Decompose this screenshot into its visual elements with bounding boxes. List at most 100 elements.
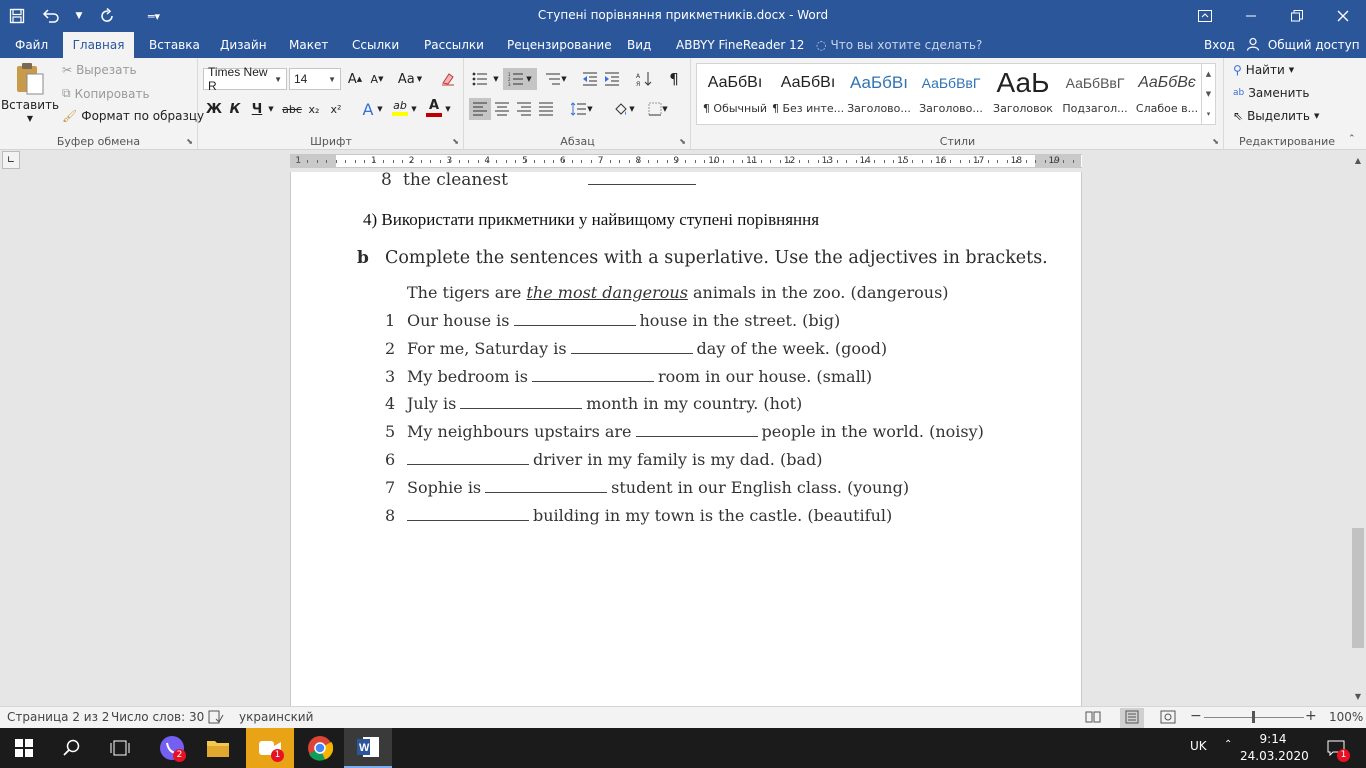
vertical-scrollbar[interactable]: ▲ ▼: [1350, 150, 1366, 706]
minimize-icon[interactable]: [1228, 0, 1274, 32]
superscript-button[interactable]: x²: [325, 98, 347, 120]
save-icon[interactable]: [0, 0, 34, 32]
keyboard-language[interactable]: UK: [1190, 739, 1207, 753]
restore-icon[interactable]: [1274, 0, 1320, 32]
dialog-launcher-icon[interactable]: ⬊: [1212, 137, 1219, 146]
format-painter-button[interactable]: 🖌 Формат по образцу: [62, 109, 204, 123]
task-view-icon[interactable]: [96, 728, 144, 768]
dialog-launcher-icon[interactable]: ⬊: [452, 137, 459, 146]
start-icon[interactable]: [0, 728, 48, 768]
tab-selector-icon[interactable]: ∟: [2, 151, 20, 169]
shading-icon[interactable]: ▼: [609, 98, 639, 120]
close-icon[interactable]: [1320, 0, 1366, 32]
video-icon[interactable]: 1: [246, 728, 294, 768]
tab-mailings[interactable]: Рассылки: [416, 32, 492, 58]
viber-icon[interactable]: 2: [148, 728, 196, 768]
style-subtle-emphasis[interactable]: АаБбВє Слабое в...: [1131, 64, 1203, 124]
style-title[interactable]: АаЬ Заголовок: [987, 64, 1059, 124]
scroll-up-icon[interactable]: ▲: [1202, 64, 1215, 84]
justify-icon[interactable]: [535, 98, 557, 120]
customize-qat-icon[interactable]: ═▾: [124, 0, 184, 32]
clock[interactable]: 9:14 24.03.2020: [1240, 731, 1309, 765]
tab-view[interactable]: Вид: [619, 32, 659, 58]
search-icon[interactable]: [48, 728, 96, 768]
file-explorer-icon[interactable]: [194, 728, 242, 768]
shrink-font-icon[interactable]: A ▼: [366, 68, 388, 90]
undo-icon[interactable]: [34, 0, 68, 32]
tell-me-search[interactable]: ◌ Что вы хотите сделать?: [816, 32, 982, 58]
align-center-icon[interactable]: [491, 98, 513, 120]
font-name-combo[interactable]: Times New R ▼: [203, 65, 287, 93]
dialog-launcher-icon[interactable]: ⬊: [186, 137, 193, 146]
replace-button[interactable]: ab Заменить: [1233, 86, 1309, 100]
ribbon-display-icon[interactable]: [1182, 0, 1228, 32]
more-styles-icon[interactable]: ▾: [1202, 104, 1215, 124]
paste-button[interactable]: Вставить ▼: [1, 62, 59, 128]
decrease-indent-icon[interactable]: [579, 68, 601, 90]
scroll-down-icon[interactable]: ▼: [1350, 688, 1366, 704]
style-normal[interactable]: АаБбВı ¶ Обычный: [699, 64, 771, 124]
page-count[interactable]: Страница 2 из 2: [7, 710, 109, 724]
tab-file[interactable]: Файл: [7, 32, 56, 58]
bullets-icon[interactable]: [469, 68, 491, 90]
tab-home[interactable]: Главная: [63, 32, 134, 58]
document-page[interactable]: 8 the cleanest 4) Використати прикметники…: [290, 172, 1082, 706]
borders-icon[interactable]: ▼: [643, 98, 673, 120]
italic-button[interactable]: К: [224, 98, 246, 120]
undo-dropdown-icon[interactable]: ▼: [68, 0, 90, 32]
font-color-dropdown-icon[interactable]: ▼: [443, 98, 453, 120]
zoom-out-button[interactable]: −: [1190, 708, 1202, 724]
language-indicator[interactable]: украинский: [239, 710, 313, 724]
collapse-ribbon-icon[interactable]: ⌃: [1348, 134, 1356, 144]
clear-formatting-icon[interactable]: [437, 68, 459, 90]
sort-icon[interactable]: AЯ: [633, 68, 655, 90]
chrome-icon[interactable]: [296, 728, 344, 768]
zoom-level[interactable]: 100%: [1329, 710, 1363, 724]
underline-dropdown-icon[interactable]: ▼: [265, 98, 277, 120]
style-subtitle[interactable]: АаБбВвГ Подзагол...: [1059, 64, 1131, 124]
copy-button[interactable]: ⧉ Копировать: [62, 86, 150, 101]
tab-design[interactable]: Дизайн: [212, 32, 275, 58]
share-button[interactable]: Общий доступ: [1246, 32, 1360, 58]
multilevel-list-icon[interactable]: ▼: [541, 68, 571, 90]
align-right-icon[interactable]: [513, 98, 535, 120]
tab-insert[interactable]: Вставка: [141, 32, 208, 58]
word-count[interactable]: Число слов: 30: [111, 710, 204, 724]
highlight-dropdown-icon[interactable]: ▼: [409, 98, 419, 120]
scroll-thumb[interactable]: [1352, 528, 1364, 648]
tab-abbyy[interactable]: ABBYY FineReader 12: [668, 32, 812, 58]
grow-font-icon[interactable]: A ▲: [344, 68, 366, 90]
line-spacing-icon[interactable]: ▼: [567, 98, 597, 120]
strikethrough-button[interactable]: abc: [281, 98, 303, 120]
font-size-combo[interactable]: 14 ▼: [289, 68, 341, 90]
word-icon[interactable]: W: [344, 728, 392, 768]
change-case-icon[interactable]: Aa ▼: [395, 68, 425, 90]
tab-references[interactable]: Ссылки: [344, 32, 407, 58]
style-heading1[interactable]: АаБбВı Заголово...: [843, 64, 915, 124]
read-mode-icon[interactable]: [1085, 710, 1101, 727]
style-heading2[interactable]: АаБбВвГ Заголово...: [915, 64, 987, 124]
increase-indent-icon[interactable]: [601, 68, 623, 90]
style-no-spacing[interactable]: АаБбВı ¶ Без инте...: [772, 64, 844, 124]
scroll-down-icon[interactable]: ▼: [1202, 84, 1215, 104]
text-effects-dropdown-icon[interactable]: ▼: [375, 98, 385, 120]
horizontal-ruler[interactable]: 112345678910111213141516171819: [290, 154, 1082, 168]
cut-button[interactable]: ✂ Вырезать: [62, 63, 137, 77]
bold-button[interactable]: Ж: [203, 98, 225, 120]
numbering-icon[interactable]: 123 ▼: [503, 68, 537, 90]
show-hidden-icons[interactable]: ⌃: [1224, 739, 1232, 750]
tab-review[interactable]: Рецензирование: [499, 32, 620, 58]
subscript-button[interactable]: x₂: [303, 98, 325, 120]
sign-in-link[interactable]: Вход: [1204, 32, 1235, 58]
font-color-icon[interactable]: A: [423, 96, 445, 118]
bullets-dropdown-icon[interactable]: ▼: [491, 68, 501, 90]
scroll-up-icon[interactable]: ▲: [1350, 152, 1366, 168]
paste-dropdown-icon[interactable]: ▼: [27, 114, 33, 123]
dialog-launcher-icon[interactable]: ⬊: [679, 137, 686, 146]
zoom-slider[interactable]: [1204, 711, 1304, 723]
show-formatting-icon[interactable]: ¶: [663, 68, 685, 90]
redo-icon[interactable]: [90, 0, 124, 32]
zoom-slider-thumb[interactable]: [1252, 711, 1255, 723]
proofing-icon[interactable]: [208, 710, 224, 727]
find-button[interactable]: ⚲ Найти ▼: [1233, 63, 1294, 77]
